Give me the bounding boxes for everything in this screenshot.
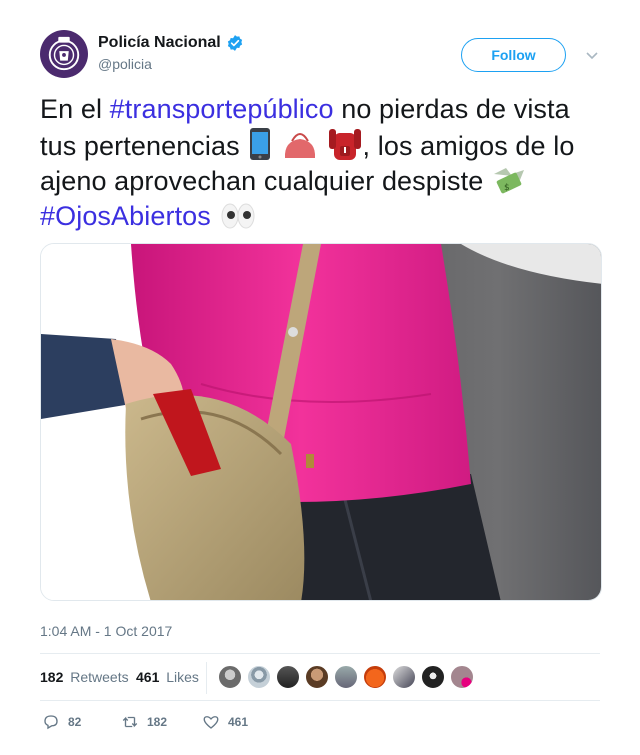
handbag-icon	[284, 133, 315, 158]
tweet-text-segment: En el	[40, 94, 110, 124]
retweet-button[interactable]: 182	[121, 713, 167, 731]
tweet-photo[interactable]	[40, 243, 602, 601]
liker-avatars	[218, 665, 479, 689]
user-handle[interactable]: @policia	[98, 56, 244, 72]
hashtag-link[interactable]: #OjosAbiertos	[40, 201, 211, 231]
follow-button[interactable]: Follow	[461, 38, 566, 72]
display-name[interactable]: Policía Nacional	[98, 34, 221, 52]
avatar[interactable]	[40, 30, 88, 78]
heart-icon	[203, 716, 219, 729]
likes-stat[interactable]: 461 Likes	[136, 669, 199, 685]
stats-divider	[206, 662, 207, 694]
tweet-text: En el #transportepúblico no pierdas de v…	[40, 92, 600, 234]
liker-avatar[interactable]	[276, 665, 300, 689]
verified-badge-icon	[227, 35, 242, 51]
retweet-icon	[122, 716, 138, 728]
retweets-count: 182	[40, 669, 64, 685]
money-with-wings-icon: $	[493, 168, 524, 194]
chevron-down-icon[interactable]	[585, 48, 599, 62]
reply-button[interactable]: 82	[42, 713, 81, 731]
retweets-stat[interactable]: 182 Retweets	[40, 669, 129, 685]
backpack-icon	[328, 129, 361, 160]
retweets-label: Retweets	[70, 669, 129, 685]
liker-avatar[interactable]	[247, 665, 271, 689]
like-button[interactable]: 461	[202, 713, 248, 731]
liker-avatar[interactable]	[392, 665, 416, 689]
liker-avatar[interactable]	[218, 665, 242, 689]
tweet: Policía Nacional @policia Follow En el #…	[40, 30, 602, 745]
like-count: 461	[228, 715, 249, 729]
liker-avatar[interactable]	[305, 665, 329, 689]
display-name-row[interactable]: Policía Nacional	[98, 34, 244, 52]
tweet-stats: 182 Retweets 461 Likes	[40, 653, 600, 701]
retweet-count: 182	[147, 715, 168, 729]
mobile-phone-icon	[250, 128, 271, 160]
tweet-actions: 82 182 461	[40, 701, 600, 745]
police-badge-icon	[48, 36, 80, 71]
tweet-header: Policía Nacional @policia Follow	[40, 30, 600, 80]
photo-pickpocket-bag	[41, 244, 601, 600]
reply-icon	[44, 715, 58, 730]
liker-avatar[interactable]	[334, 665, 358, 689]
likes-count: 461	[136, 669, 160, 685]
user-names: Policía Nacional @policia	[98, 34, 244, 72]
svg-text:$: $	[504, 183, 510, 193]
hashtag-link[interactable]: #transportepúblico	[110, 94, 334, 124]
liker-avatar[interactable]	[421, 665, 445, 689]
liker-avatar[interactable]	[363, 665, 387, 689]
reply-count: 82	[68, 715, 82, 729]
likes-label: Likes	[166, 669, 199, 685]
eyes-icon	[221, 203, 254, 229]
tweet-timestamp[interactable]: 1:04 AM - 1 Oct 2017	[40, 623, 600, 639]
liker-avatar[interactable]	[450, 665, 474, 689]
